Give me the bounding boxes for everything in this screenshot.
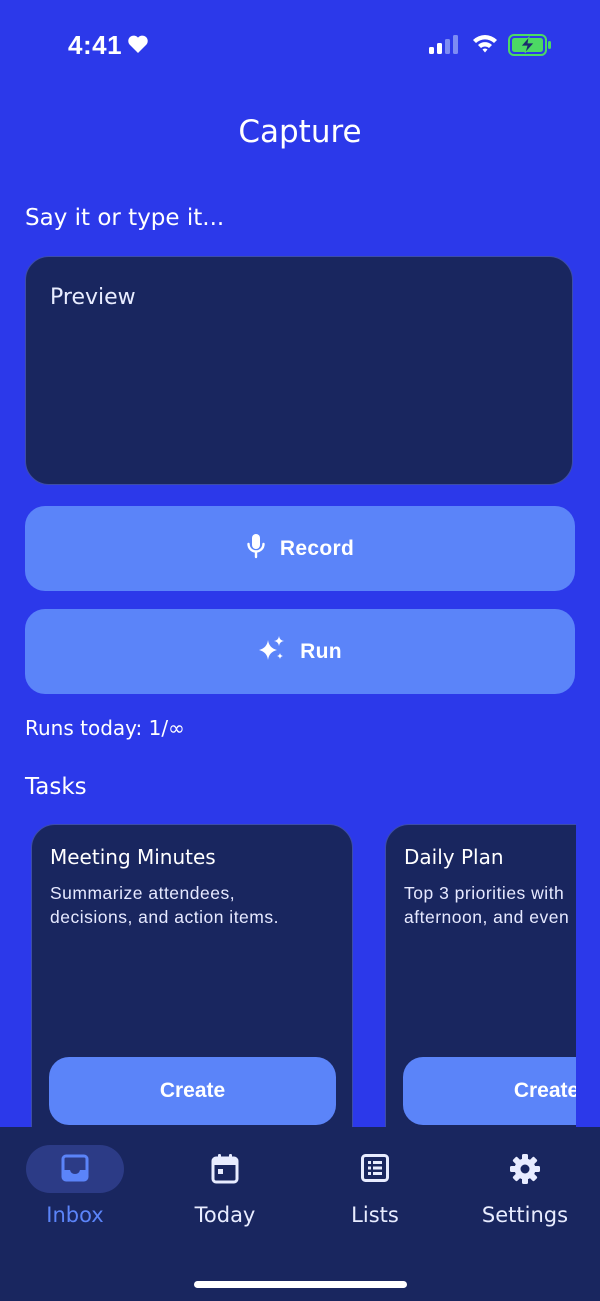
task-card-meeting-minutes: Meeting Minutes Summarize attendees, dec… [31, 824, 353, 1130]
tab-inbox[interactable]: Inbox [0, 1127, 150, 1247]
home-indicator [194, 1281, 407, 1288]
task-card-description-line: Top 3 priorities with [404, 883, 565, 903]
tab-lists[interactable]: Lists [300, 1127, 450, 1247]
create-button[interactable]: Create [403, 1057, 576, 1125]
task-card-description-line: Summarize attendees, [50, 883, 236, 903]
task-card-description-line: decisions, and action items. [50, 907, 279, 927]
record-button[interactable]: Record [25, 506, 575, 591]
record-button-label: Record [279, 536, 355, 560]
cellular-signal-icon [429, 34, 461, 58]
wifi-icon [472, 33, 498, 57]
task-card-daily-plan: Daily Plan Top 3 priorities with afterno… [385, 824, 576, 1130]
status-bar: 4:41 [0, 0, 600, 90]
tab-label: Lists [351, 1203, 399, 1227]
run-button[interactable]: Run [25, 609, 575, 694]
task-carousel[interactable]: Meeting Minutes Summarize attendees, dec… [0, 820, 576, 1130]
tab-bar: Inbox Today Lists Settings [0, 1127, 600, 1301]
tab-label: Inbox [46, 1203, 104, 1227]
tab-today[interactable]: Today [150, 1127, 300, 1247]
status-time: 4:41 [68, 30, 123, 60]
task-card-description: Top 3 priorities with afternoon, and eve… [404, 881, 576, 929]
battery-charging-icon [508, 34, 552, 60]
list-document-icon [360, 1153, 390, 1187]
tasks-heading: Tasks [25, 774, 87, 800]
inbox-tray-icon [60, 1153, 90, 1187]
heart-icon [127, 34, 149, 58]
tab-settings[interactable]: Settings [450, 1127, 600, 1247]
task-card-title: Daily Plan [404, 845, 504, 869]
tab-label: Today [194, 1203, 256, 1227]
create-button[interactable]: Create [49, 1057, 336, 1125]
sparkles-icon [258, 635, 286, 669]
task-card-description-line: afternoon, and even [404, 907, 570, 927]
task-card-description: Summarize attendees, decisions, and acti… [50, 881, 350, 929]
page-title: Capture [238, 114, 362, 150]
preview-input[interactable] [26, 257, 572, 484]
tab-label: Settings [481, 1203, 569, 1227]
preview-box[interactable] [25, 256, 573, 485]
task-card-title: Meeting Minutes [50, 845, 216, 869]
runs-today-counter: Runs today: 1/∞ [25, 716, 185, 740]
calendar-icon [210, 1153, 240, 1189]
run-button-label: Run [300, 639, 342, 663]
microphone-icon [246, 533, 266, 565]
gear-icon [509, 1153, 541, 1189]
capture-hint: Say it or type it... [25, 205, 225, 231]
